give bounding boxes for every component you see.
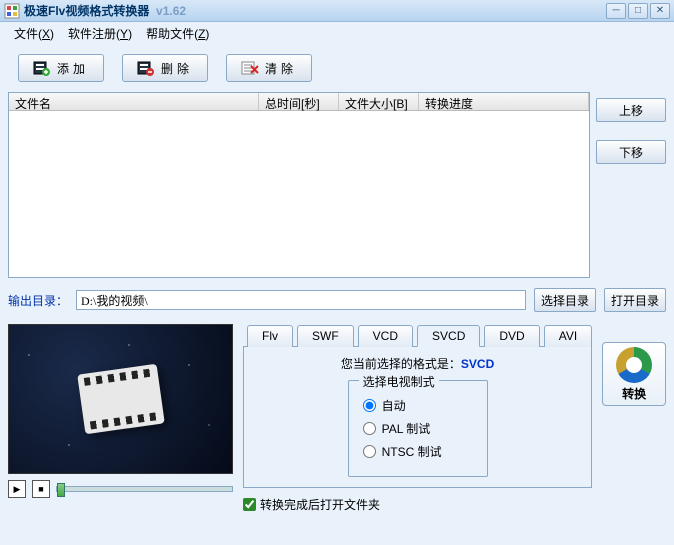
clear-label: 清除 bbox=[265, 60, 297, 77]
move-down-button[interactable]: 下移 bbox=[596, 140, 666, 164]
radio-auto[interactable]: 自动 bbox=[363, 397, 473, 414]
format-tabs: Flv SWF VCD SVCD DVD AVI bbox=[247, 324, 592, 346]
list-header: 文件名 总时间[秒] 文件大小[B] 转换进度 bbox=[9, 93, 589, 111]
file-list[interactable]: 文件名 总时间[秒] 文件大小[B] 转换进度 bbox=[8, 92, 590, 278]
list-body[interactable] bbox=[9, 111, 589, 277]
titlebar: 极速Flv视频格式转换器 v1.62 ─ □ ✕ bbox=[0, 0, 674, 22]
play-button[interactable]: ▶ bbox=[8, 480, 26, 498]
convert-icon bbox=[616, 347, 652, 383]
clear-button[interactable]: 清除 bbox=[226, 54, 312, 82]
maximize-button[interactable]: □ bbox=[628, 3, 648, 19]
add-icon bbox=[33, 60, 51, 76]
delete-button[interactable]: 删除 bbox=[122, 54, 208, 82]
close-button[interactable]: ✕ bbox=[650, 3, 670, 19]
app-icon bbox=[4, 3, 20, 19]
tab-flv[interactable]: Flv bbox=[247, 325, 293, 347]
tv-system-group: 选择电视制式 自动 PAL 制试 NTSC 制试 bbox=[348, 380, 488, 477]
group-legend: 选择电视制式 bbox=[359, 373, 439, 390]
preview-image bbox=[8, 324, 233, 474]
current-format-text: 您当前选择的格式是：SVCD bbox=[256, 355, 579, 372]
tab-dvd[interactable]: DVD bbox=[484, 325, 539, 347]
clear-icon bbox=[241, 60, 259, 76]
col-duration[interactable]: 总时间[秒] bbox=[259, 93, 339, 110]
title-text: 极速Flv视频格式转换器 v1.62 bbox=[24, 2, 606, 19]
seek-slider[interactable] bbox=[56, 486, 233, 492]
tab-swf[interactable]: SWF bbox=[297, 325, 354, 347]
convert-label: 转换 bbox=[622, 385, 646, 402]
col-progress[interactable]: 转换进度 bbox=[419, 93, 589, 110]
menu-help[interactable]: 帮助文件(Z) bbox=[140, 23, 215, 44]
tab-vcd[interactable]: VCD bbox=[358, 325, 413, 347]
open-dir-button[interactable]: 打开目录 bbox=[604, 288, 666, 312]
format-panel: Flv SWF VCD SVCD DVD AVI 您当前选择的格式是：SVCD … bbox=[243, 324, 592, 513]
preview-panel: ▶ ■ bbox=[8, 324, 233, 513]
output-dir-label: 输出目录： bbox=[8, 292, 68, 309]
convert-button[interactable]: 转换 bbox=[602, 342, 666, 406]
menu-file[interactable]: 文件(X) bbox=[8, 23, 60, 44]
stop-button[interactable]: ■ bbox=[32, 480, 50, 498]
delete-icon bbox=[137, 60, 155, 76]
add-button[interactable]: 添加 bbox=[18, 54, 104, 82]
menubar: 文件(X) 软件注册(Y) 帮助文件(Z) bbox=[0, 22, 674, 44]
toolbar: 添加 删除 清除 bbox=[8, 48, 666, 92]
tab-svcd[interactable]: SVCD bbox=[417, 325, 480, 347]
radio-ntsc[interactable]: NTSC 制试 bbox=[363, 443, 473, 460]
col-filename[interactable]: 文件名 bbox=[9, 93, 259, 110]
film-icon bbox=[77, 364, 165, 435]
move-up-button[interactable]: 上移 bbox=[596, 98, 666, 122]
delete-label: 删除 bbox=[161, 60, 193, 77]
menu-register[interactable]: 软件注册(Y) bbox=[62, 23, 138, 44]
minimize-button[interactable]: ─ bbox=[606, 3, 626, 19]
choose-dir-button[interactable]: 选择目录 bbox=[534, 288, 596, 312]
col-filesize[interactable]: 文件大小[B] bbox=[339, 93, 419, 110]
add-label: 添加 bbox=[57, 60, 89, 77]
open-after-checkbox[interactable]: 转换完成后打开文件夹 bbox=[243, 496, 592, 513]
output-dir-input[interactable] bbox=[76, 290, 526, 310]
radio-pal[interactable]: PAL 制试 bbox=[363, 420, 473, 437]
tab-avi[interactable]: AVI bbox=[544, 325, 592, 347]
